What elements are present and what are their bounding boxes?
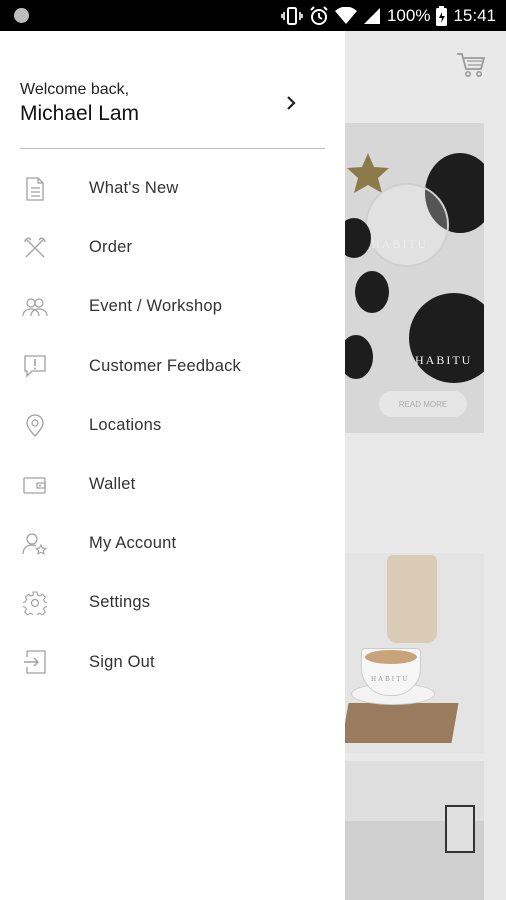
divider xyxy=(20,148,325,149)
menu-item-whats-new[interactable]: What's New xyxy=(0,159,345,218)
alarm-icon xyxy=(309,5,329,26)
menu-label: Settings xyxy=(89,593,151,612)
wallet-icon xyxy=(22,472,48,498)
user-star-icon xyxy=(22,531,48,557)
drawer-menu: What's New Order Event / Workshop Custom… xyxy=(0,159,345,692)
feedback-icon xyxy=(22,353,48,379)
menu-label: Wallet xyxy=(89,475,136,494)
chevron-right-icon[interactable] xyxy=(282,94,300,112)
promo-card-balloons[interactable]: HABITU HABITU READ MORE xyxy=(345,123,484,433)
clock: 15:41 xyxy=(453,5,496,25)
document-icon xyxy=(22,176,48,202)
shopping-cart-icon[interactable] xyxy=(456,51,486,84)
people-icon xyxy=(22,294,48,320)
menu-label: Order xyxy=(89,238,133,257)
menu-label: Locations xyxy=(89,415,162,434)
promo-card-coffee[interactable]: HABITU xyxy=(345,553,484,753)
menu-label: Event / Workshop xyxy=(89,297,223,316)
wifi-icon xyxy=(334,6,357,25)
menu-item-my-account[interactable]: My Account xyxy=(0,514,345,573)
battery-percent: 100% xyxy=(386,5,431,25)
menu-label: Sign Out xyxy=(89,652,155,671)
menu-item-customer-feedback[interactable]: Customer Feedback xyxy=(0,337,345,396)
background-content[interactable]: HABITU HABITU READ MORE HABITU xyxy=(345,31,506,900)
status-bar: 100% 15:41 xyxy=(0,0,506,31)
card1-brand-mark: HABITU xyxy=(371,237,429,251)
welcome-text: Welcome back, xyxy=(20,81,130,98)
menu-item-sign-out[interactable]: Sign Out xyxy=(0,633,345,692)
gear-icon xyxy=(22,590,48,616)
menu-item-event-workshop[interactable]: Event / Workshop xyxy=(0,277,345,336)
card1-brand-sign: HABITU xyxy=(415,353,473,367)
menu-label: My Account xyxy=(89,534,177,553)
navigation-drawer: Welcome back, Michael Lam What's New Ord… xyxy=(0,31,345,900)
sign-out-icon xyxy=(22,649,48,675)
vibrate-icon xyxy=(281,6,303,25)
signal-icon xyxy=(363,7,381,25)
promo-card-interior[interactable] xyxy=(345,761,484,900)
user-name[interactable]: Michael Lam xyxy=(20,102,139,126)
read-more-button[interactable]: READ MORE xyxy=(379,391,467,417)
notification-dot-icon xyxy=(14,8,29,23)
menu-item-locations[interactable]: Locations xyxy=(0,396,345,455)
menu-label: Customer Feedback xyxy=(89,356,241,375)
menu-item-wallet[interactable]: Wallet xyxy=(0,455,345,514)
menu-label: What's New xyxy=(89,179,179,198)
card2-brand-mark: HABITU xyxy=(371,675,410,683)
menu-item-order[interactable]: Order xyxy=(0,218,345,277)
menu-item-settings[interactable]: Settings xyxy=(0,573,345,632)
battery-icon xyxy=(436,5,448,26)
utensils-icon xyxy=(22,235,48,261)
location-pin-icon xyxy=(22,412,48,438)
